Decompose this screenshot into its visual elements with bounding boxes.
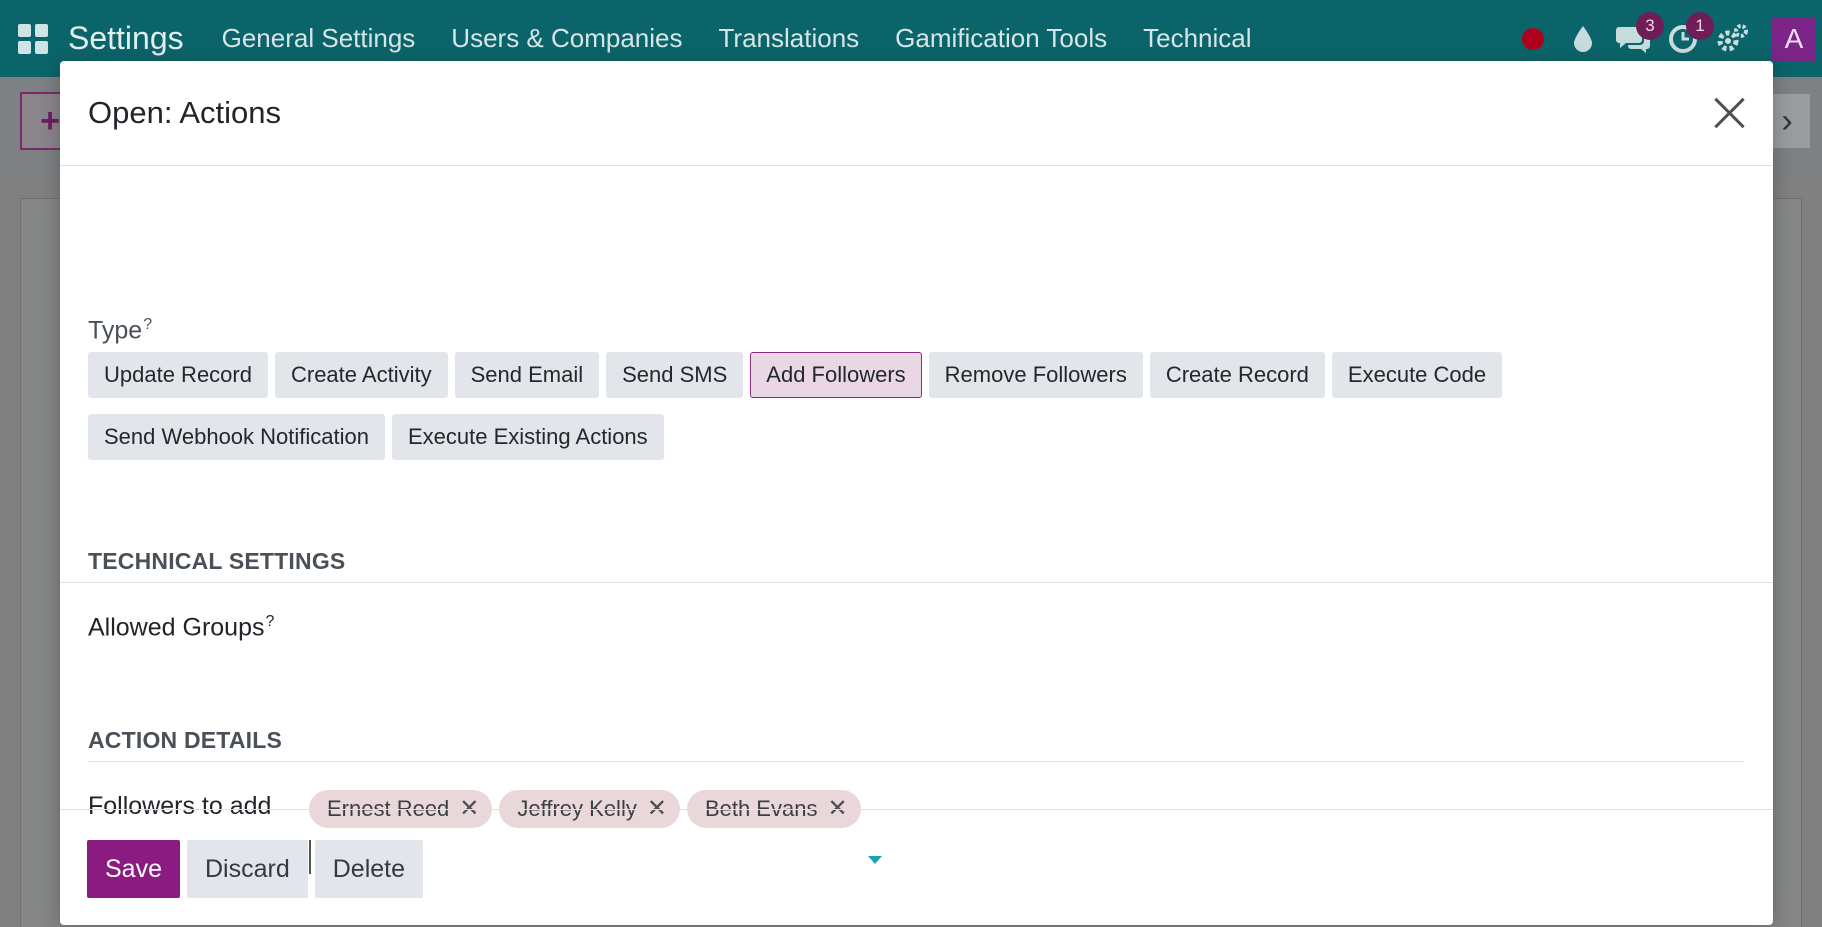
- type-options-row: Send Webhook Notification Execute Existi…: [88, 414, 664, 460]
- type-option-execute-code[interactable]: Execute Code: [1331, 352, 1503, 398]
- type-help-icon[interactable]: ?: [143, 316, 152, 333]
- menu-general-settings[interactable]: General Settings: [222, 23, 416, 54]
- discard-button[interactable]: Discard: [186, 840, 308, 898]
- type-option-send-email[interactable]: Send Email: [454, 352, 600, 398]
- type-option-update-record[interactable]: Update Record: [88, 352, 268, 398]
- type-option-send-sms[interactable]: Send SMS: [606, 352, 744, 398]
- delete-button[interactable]: Delete: [314, 840, 423, 898]
- actions-dialog: Open: Actions Type? Update Record Create…: [60, 61, 1773, 925]
- type-label-text: Type: [88, 316, 143, 345]
- app-title[interactable]: Settings: [68, 20, 184, 57]
- close-icon[interactable]: [1711, 95, 1747, 131]
- allowed-groups-label: Allowed Groups?: [88, 613, 274, 642]
- technical-settings-heading: TECHNICAL SETTINGS: [88, 548, 346, 574]
- menu-technical[interactable]: Technical: [1143, 23, 1251, 54]
- dialog-footer: Save Discard Delete: [60, 809, 1773, 925]
- dialog-body: Type? Update Record Create Activity Send…: [60, 166, 1773, 874]
- menu-users-companies[interactable]: Users & Companies: [451, 23, 682, 54]
- dialog-title: Open: Actions: [88, 95, 282, 130]
- type-option-send-webhook-notification[interactable]: Send Webhook Notification: [88, 414, 385, 460]
- menu-gamification-tools[interactable]: Gamification Tools: [895, 23, 1107, 54]
- apps-grid-icon[interactable]: [18, 23, 48, 54]
- type-label: Type?: [88, 316, 152, 345]
- allowed-groups-label-text: Allowed Groups: [88, 613, 265, 642]
- menu-translations[interactable]: Translations: [719, 23, 860, 54]
- type-option-create-activity[interactable]: Create Activity: [274, 352, 448, 398]
- type-option-execute-existing-actions[interactable]: Execute Existing Actions: [391, 414, 664, 460]
- section-divider: [60, 582, 1773, 583]
- type-options-row: Update Record Create Activity Send Email…: [88, 352, 1503, 398]
- save-button[interactable]: Save: [87, 840, 180, 898]
- type-option-create-record[interactable]: Create Record: [1149, 352, 1325, 398]
- action-details-heading: ACTION DETAILS: [88, 727, 283, 753]
- allowed-groups-help-icon[interactable]: ?: [265, 613, 274, 630]
- type-option-add-followers[interactable]: Add Followers: [750, 352, 922, 398]
- type-option-remove-followers[interactable]: Remove Followers: [928, 352, 1143, 398]
- dialog-header: Open: Actions: [60, 61, 1773, 166]
- section-divider: [88, 761, 1744, 762]
- user-avatar[interactable]: A: [1772, 16, 1816, 61]
